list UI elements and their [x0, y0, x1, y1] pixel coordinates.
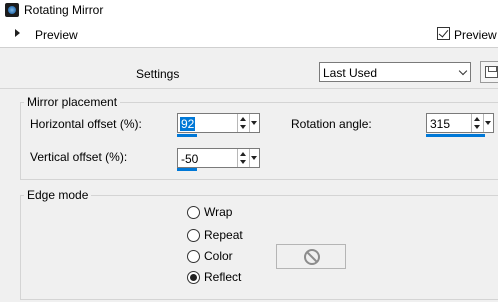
radio-wrap-label[interactable]: Wrap [204, 205, 232, 219]
title-bar: Rotating Mirror [0, 0, 498, 20]
radio-reflect[interactable]: Reflect [187, 270, 241, 284]
edge-mode-group: Edge mode [20, 188, 498, 300]
settings-dropdown[interactable]: Last Used [319, 62, 471, 82]
preview-bar: Preview Preview o [0, 20, 498, 48]
dropdown-arrow-icon[interactable] [483, 114, 492, 132]
spin-arrows-icon[interactable] [237, 149, 248, 167]
horizontal-offset-label: Horizontal offset (%): [30, 117, 142, 131]
settings-label: Settings [136, 67, 180, 81]
dropdown-arrow-icon[interactable] [249, 114, 258, 132]
horizontal-offset-value[interactable]: 92 [180, 117, 196, 131]
vertical-offset-spinbox[interactable]: -50 [177, 148, 260, 168]
spin-arrows-icon[interactable] [237, 114, 248, 132]
rotation-angle-label: Rotation angle: [291, 117, 372, 131]
horizontal-offset-spinbox[interactable]: 92 [177, 113, 260, 133]
radio-repeat-label[interactable]: Repeat [204, 228, 243, 242]
window-title: Rotating Mirror [24, 3, 104, 17]
no-symbol-icon [304, 249, 320, 265]
edge-mode-legend: Edge mode [27, 188, 89, 202]
radio-button[interactable] [187, 228, 200, 242]
radio-wrap[interactable]: Wrap [187, 205, 232, 219]
radio-color[interactable]: Color [187, 249, 233, 263]
radio-button[interactable] [187, 205, 200, 219]
radio-button-selected[interactable] [187, 270, 200, 284]
edge-color-swatch[interactable] [276, 244, 346, 269]
vertical-offset-value[interactable]: -50 [181, 152, 198, 166]
save-preset-button[interactable] [480, 61, 498, 83]
rotation-angle-value[interactable]: 315 [430, 117, 450, 131]
rotation-angle-slider[interactable] [426, 134, 485, 137]
save-icon [485, 66, 498, 78]
horizontal-offset-slider[interactable] [177, 134, 197, 137]
vertical-offset-slider[interactable] [177, 168, 197, 171]
preview-checkbox-label[interactable]: Preview o [454, 28, 498, 42]
radio-reflect-label[interactable]: Reflect [204, 270, 241, 284]
rotation-angle-spinbox[interactable]: 315 [426, 113, 494, 133]
expand-triangle-icon[interactable] [15, 29, 20, 37]
preview-checkbox[interactable] [437, 27, 450, 40]
mirror-placement-legend: Mirror placement [27, 95, 118, 109]
settings-dropdown-value: Last Used [323, 66, 378, 80]
dropdown-arrow-icon[interactable] [249, 149, 258, 167]
spin-arrows-icon[interactable] [471, 114, 482, 132]
chevron-down-icon[interactable] [455, 63, 470, 81]
vertical-offset-label: Vertical offset (%): [30, 150, 128, 164]
radio-button[interactable] [187, 249, 200, 263]
radio-repeat[interactable]: Repeat [187, 228, 243, 242]
divider [0, 88, 498, 89]
radio-color-label[interactable]: Color [204, 249, 233, 263]
app-icon [5, 3, 19, 17]
preview-toggle-label[interactable]: Preview [35, 28, 78, 42]
